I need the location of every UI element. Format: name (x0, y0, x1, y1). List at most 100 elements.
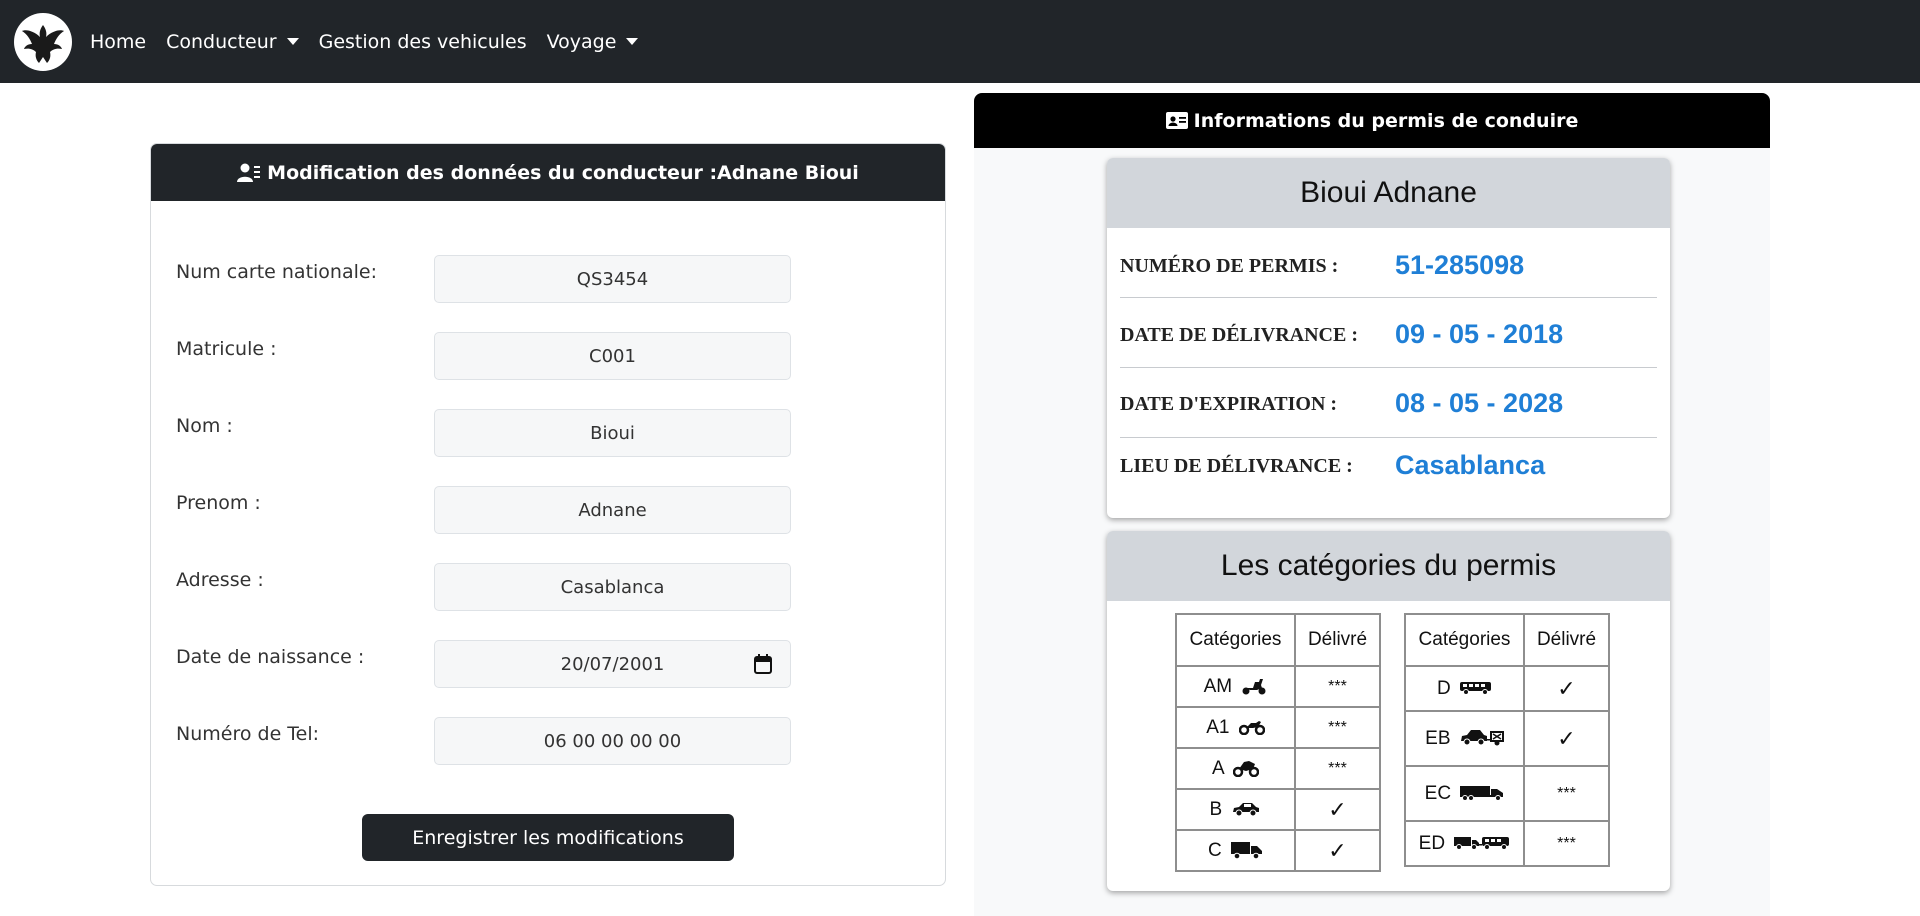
form-row-cin: Num carte nationale: QS3454 (176, 255, 916, 303)
car-trailer-icon (1460, 730, 1504, 746)
category-cell: EB (1404, 710, 1525, 767)
id-card-icon (1165, 112, 1188, 129)
license-number-value: 51-285098 (1395, 250, 1525, 280)
matricule-label: Matricule : (176, 338, 277, 360)
motorcycle-icon (1232, 761, 1259, 778)
matricule-input[interactable]: C001 (434, 332, 791, 380)
nav-gestion-label: Gestion des vehicules (318, 30, 527, 53)
col-delivre: Délivré (1523, 613, 1610, 667)
nav-home[interactable]: Home (90, 31, 146, 53)
cin-input[interactable]: QS3454 (434, 255, 791, 303)
table-row: AM *** (1175, 665, 1381, 708)
categories-card: Les catégories du permis Catégories Déli… (1107, 531, 1670, 891)
edit-driver-header: Modification des données du conducteur :… (151, 144, 945, 201)
adresse-label: Adresse : (176, 569, 264, 591)
categories-title: Les catégories du permis (1107, 531, 1670, 601)
issue-date-label: DATE DE DÉLIVRANCE : (1120, 324, 1358, 346)
scooter-icon (1242, 679, 1266, 695)
date-naissance-value: 20/07/2001 (560, 653, 665, 675)
caret-down-icon (626, 38, 639, 45)
delivered-cell: ✓ (1294, 788, 1381, 831)
form-row-prenom: Prenom : Adnane (176, 486, 916, 534)
tel-input[interactable]: 06 00 00 00 00 (434, 717, 791, 765)
date-naissance-label: Date de naissance : (176, 646, 365, 668)
top-navbar: Home Conducteur Gestion des vehicules Vo… (0, 0, 1920, 83)
category-cell: EC (1404, 765, 1525, 822)
table-row: D ✓ (1404, 665, 1610, 712)
tel-label: Numéro de Tel: (176, 723, 320, 745)
category-cell: B (1175, 788, 1296, 831)
nav-gestion-vehicules[interactable]: Gestion des vehicules (319, 31, 527, 53)
nom-label: Nom : (176, 415, 233, 437)
save-button[interactable]: Enregistrer les modifications (362, 814, 734, 861)
edit-driver-card: Modification des données du conducteur :… (150, 143, 946, 886)
col-delivre: Délivré (1294, 613, 1381, 667)
prenom-label: Prenom : (176, 492, 261, 514)
nav-conducteur-label: Conducteur (166, 30, 277, 53)
category-code: AM (1203, 675, 1233, 697)
license-info-card: Bioui Adnane NUMÉRO DE PERMIS : 51-28509… (1107, 158, 1670, 518)
issue-place-row: LIEU DE DÉLIVRANCE : Casablanca (1120, 438, 1657, 508)
delivered-cell: ✓ (1523, 710, 1610, 767)
expiry-date-label: DATE D'EXPIRATION : (1120, 393, 1338, 415)
category-code: ED (1418, 832, 1446, 854)
col-categories: Catégories (1404, 613, 1525, 667)
delivered-cell: *** (1523, 765, 1610, 822)
category-code: A1 (1206, 716, 1230, 738)
table-row: ED *** (1404, 820, 1610, 867)
caret-down-icon (286, 38, 299, 45)
truck-icon (1231, 842, 1262, 860)
table-row: A1 *** (1175, 706, 1381, 749)
category-cell: A1 (1175, 706, 1296, 749)
category-cell: D (1404, 665, 1525, 712)
nav-home-label: Home (90, 30, 147, 53)
category-code: EB (1425, 727, 1451, 749)
phoenix-logo-icon[interactable] (14, 12, 72, 71)
table-row: C ✓ (1175, 829, 1381, 872)
nav-conducteur-dropdown[interactable]: Conducteur (166, 30, 299, 53)
category-code: EC (1424, 782, 1452, 804)
bus-icon (1460, 682, 1491, 696)
delivered-cell: *** (1294, 706, 1381, 749)
nav-voyage-dropdown[interactable]: Voyage (547, 31, 639, 53)
delivered-cell: *** (1294, 665, 1381, 708)
table-row: EC *** (1404, 765, 1610, 822)
category-code: B (1209, 798, 1223, 820)
license-panel: Informations du permis de conduire Bioui… (974, 93, 1770, 916)
category-cell: ED (1404, 820, 1525, 867)
issue-place-value: Casablanca (1395, 450, 1546, 480)
date-naissance-input[interactable]: 20/07/2001 (434, 640, 791, 688)
issue-date-value: 09 - 05 - 2018 (1395, 319, 1564, 349)
expiry-date-value: 08 - 05 - 2028 (1395, 388, 1564, 418)
table-row: B ✓ (1175, 788, 1381, 831)
adresse-input[interactable]: Casablanca (434, 563, 791, 611)
license-panel-title: Informations du permis de conduire (1193, 109, 1579, 132)
prenom-input[interactable]: Adnane (434, 486, 791, 534)
issue-place-label: LIEU DE DÉLIVRANCE : (1120, 455, 1353, 477)
category-cell: C (1175, 829, 1296, 872)
edit-driver-title: Modification des données du conducteur :… (267, 161, 859, 184)
light-motorcycle-icon (1238, 721, 1265, 736)
license-number-row: NUMÉRO DE PERMIS : 51-285098 (1120, 228, 1657, 298)
semi-truck-icon (1460, 786, 1504, 802)
expiry-date-row: DATE D'EXPIRATION : 08 - 05 - 2028 (1120, 368, 1657, 438)
table-row: EB ✓ (1404, 710, 1610, 767)
calendar-icon[interactable] (754, 654, 772, 674)
categories-table-left: Catégories Délivré AM *** A1 *** A *** B (1175, 613, 1381, 872)
car-icon (1233, 803, 1260, 817)
form-row-adresse: Adresse : Casablanca (176, 563, 916, 611)
form-row-tel: Numéro de Tel: 06 00 00 00 00 (176, 717, 916, 765)
license-number-label: NUMÉRO DE PERMIS : (1120, 255, 1339, 277)
table-header-row: Catégories Délivré (1175, 613, 1381, 667)
license-panel-header: Informations du permis de conduire (974, 93, 1770, 148)
user-list-icon (237, 163, 261, 182)
form-row-date-naissance: Date de naissance : 20/07/2001 (176, 640, 916, 688)
nom-input[interactable]: Bioui (434, 409, 791, 457)
form-row-matricule: Matricule : C001 (176, 332, 916, 380)
category-code: D (1436, 677, 1451, 699)
nav-voyage-label: Voyage (546, 30, 617, 53)
category-cell: AM (1175, 665, 1296, 708)
categories-table-right: Catégories Délivré D ✓ EB ✓ EC *** ED **… (1404, 613, 1610, 867)
category-code: C (1207, 839, 1222, 861)
issue-date-row: DATE DE DÉLIVRANCE : 09 - 05 - 2018 (1120, 298, 1657, 368)
